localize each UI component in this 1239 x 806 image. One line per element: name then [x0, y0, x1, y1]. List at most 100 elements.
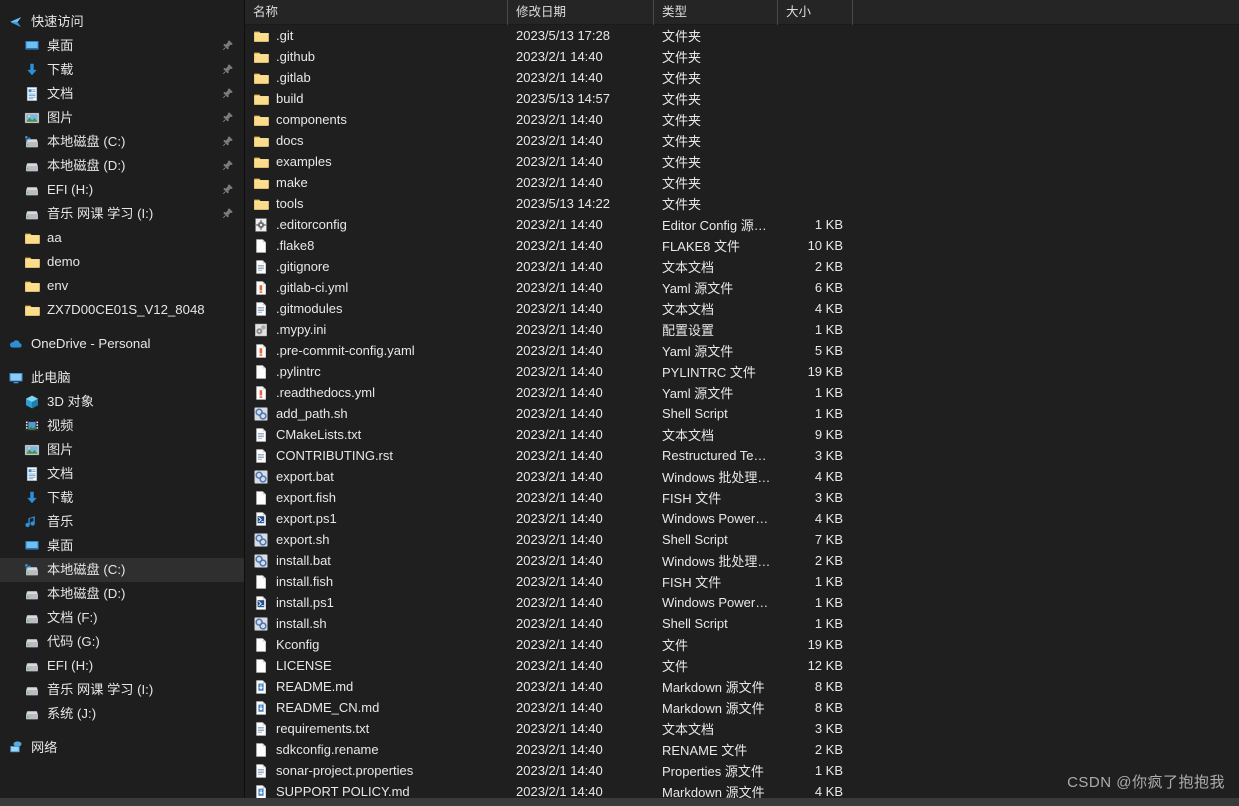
- table-row[interactable]: .gitmodules 2023/2/1 14:40 文本文档 4 KB: [245, 298, 1239, 319]
- table-row[interactable]: build 2023/5/13 14:57 文件夹: [245, 88, 1239, 109]
- sidebar-item-图片[interactable]: 图片: [0, 438, 244, 462]
- sidebar-item-demo[interactable]: demo: [0, 250, 244, 274]
- pin-icon[interactable]: [222, 135, 234, 147]
- table-row[interactable]: .gitlab-ci.yml 2023/2/1 14:40 Yaml 源文件 6 KB: [245, 277, 1239, 298]
- table-row[interactable]: .pylintrc 2023/2/1 14:40 PYLINTRC 文件 19 KB: [245, 361, 1239, 382]
- table-row[interactable]: export.bat 2023/2/1 14:40 Windows 批处理… 4 KB: [245, 466, 1239, 487]
- table-row[interactable]: CMakeLists.txt 2023/2/1 14:40 文本文档 9 KB: [245, 424, 1239, 445]
- cell-name[interactable]: .mypy.ini: [245, 322, 508, 338]
- table-row[interactable]: export.ps1 2023/2/1 14:40 Windows Power… 4 …: [245, 508, 1239, 529]
- table-row[interactable]: .git 2023/5/13 17:28 文件夹: [245, 25, 1239, 46]
- navigation-pane[interactable]: 快速访问 桌面 下载 文档 图片 本地磁盘 (C:) 本地磁盘 (D:) EFI (H:) 音…: [0, 0, 245, 806]
- cell-name[interactable]: CONTRIBUTING.rst: [245, 448, 508, 464]
- sidebar-item-本地磁盘 (C:)[interactable]: 本地磁盘 (C:): [0, 130, 244, 154]
- sidebar-item-文档 (F:)[interactable]: 文档 (F:): [0, 606, 244, 630]
- pin-icon[interactable]: [222, 111, 234, 123]
- table-row[interactable]: export.fish 2023/2/1 14:40 FISH 文件 3 KB: [245, 487, 1239, 508]
- table-row[interactable]: install.fish 2023/2/1 14:40 FISH 文件 1 KB: [245, 571, 1239, 592]
- sidebar-item-quick-access[interactable]: 快速访问: [0, 10, 244, 34]
- cell-name[interactable]: components: [245, 112, 508, 128]
- cell-name[interactable]: sdkconfig.rename: [245, 742, 508, 758]
- sidebar-item-音乐 网课 学习 (I:)[interactable]: 音乐 网课 学习 (I:): [0, 202, 244, 226]
- cell-name[interactable]: .github: [245, 49, 508, 65]
- cell-name[interactable]: tools: [245, 196, 508, 212]
- table-row[interactable]: install.sh 2023/2/1 14:40 Shell Script 1 KB: [245, 613, 1239, 634]
- cell-name[interactable]: README.md: [245, 679, 508, 695]
- cell-name[interactable]: .readthedocs.yml: [245, 385, 508, 401]
- table-row[interactable]: README.md 2023/2/1 14:40 Markdown 源文件 8 KB: [245, 676, 1239, 697]
- pin-icon[interactable]: [222, 39, 234, 51]
- table-row[interactable]: README_CN.md 2023/2/1 14:40 Markdown 源文件 8 …: [245, 697, 1239, 718]
- sidebar-item-代码 (G:)[interactable]: 代码 (G:): [0, 630, 244, 654]
- pin-icon[interactable]: [222, 159, 234, 171]
- column-header-type[interactable]: 类型: [654, 0, 778, 25]
- sidebar-item-桌面[interactable]: 桌面: [0, 34, 244, 58]
- pin-icon[interactable]: [222, 63, 234, 75]
- sidebar-item-下载[interactable]: 下载: [0, 486, 244, 510]
- cell-name[interactable]: export.bat: [245, 469, 508, 485]
- cell-name[interactable]: export.ps1: [245, 511, 508, 527]
- sidebar-item-桌面[interactable]: 桌面: [0, 534, 244, 558]
- table-row[interactable]: .github 2023/2/1 14:40 文件夹: [245, 46, 1239, 67]
- sidebar-item-本地磁盘 (D:)[interactable]: 本地磁盘 (D:): [0, 582, 244, 606]
- file-list-pane[interactable]: 名称 修改日期 类型 大小 .git 2023/5/13 17:28 文件夹 .git…: [245, 0, 1239, 806]
- cell-name[interactable]: install.bat: [245, 553, 508, 569]
- table-row[interactable]: examples 2023/2/1 14:40 文件夹: [245, 151, 1239, 172]
- cell-name[interactable]: add_path.sh: [245, 406, 508, 422]
- cell-name[interactable]: .flake8: [245, 238, 508, 254]
- table-row[interactable]: .mypy.ini 2023/2/1 14:40 配置设置 1 KB: [245, 319, 1239, 340]
- cell-name[interactable]: CMakeLists.txt: [245, 427, 508, 443]
- sidebar-item-3D 对象[interactable]: 3D 对象: [0, 390, 244, 414]
- sidebar-item-文档[interactable]: 文档: [0, 82, 244, 106]
- table-row[interactable]: install.ps1 2023/2/1 14:40 Windows Power… 1…: [245, 592, 1239, 613]
- table-row[interactable]: requirements.txt 2023/2/1 14:40 文本文档 3 KB: [245, 718, 1239, 739]
- cell-name[interactable]: .pre-commit-config.yaml: [245, 343, 508, 359]
- table-row[interactable]: export.sh 2023/2/1 14:40 Shell Script 7 KB: [245, 529, 1239, 550]
- cell-name[interactable]: sonar-project.properties: [245, 763, 508, 779]
- pin-icon[interactable]: [222, 207, 234, 219]
- sidebar-item-onedrive[interactable]: OneDrive - Personal: [0, 332, 244, 356]
- column-header-row[interactable]: 名称 修改日期 类型 大小: [245, 0, 1239, 25]
- table-row[interactable]: sdkconfig.rename 2023/2/1 14:40 RENAME 文件 2…: [245, 739, 1239, 760]
- cell-name[interactable]: LICENSE: [245, 658, 508, 674]
- sidebar-item-文档[interactable]: 文档: [0, 462, 244, 486]
- sidebar-item-EFI (H:)[interactable]: EFI (H:): [0, 654, 244, 678]
- cell-name[interactable]: Kconfig: [245, 637, 508, 653]
- cell-name[interactable]: requirements.txt: [245, 721, 508, 737]
- cell-name[interactable]: README_CN.md: [245, 700, 508, 716]
- cell-name[interactable]: .git: [245, 28, 508, 44]
- table-row[interactable]: .readthedocs.yml 2023/2/1 14:40 Yaml 源文件 1 …: [245, 382, 1239, 403]
- table-row[interactable]: CONTRIBUTING.rst 2023/2/1 14:40 Restructur…: [245, 445, 1239, 466]
- sidebar-item-this-pc[interactable]: 此电脑: [0, 366, 244, 390]
- table-row[interactable]: .editorconfig 2023/2/1 14:40 Editor Config…: [245, 214, 1239, 235]
- table-row[interactable]: LICENSE 2023/2/1 14:40 文件 12 KB: [245, 655, 1239, 676]
- pin-icon[interactable]: [222, 87, 234, 99]
- sidebar-item-下载[interactable]: 下载: [0, 58, 244, 82]
- table-row[interactable]: Kconfig 2023/2/1 14:40 文件 19 KB: [245, 634, 1239, 655]
- sidebar-item-本地磁盘 (C:)[interactable]: 本地磁盘 (C:): [0, 558, 244, 582]
- table-row[interactable]: docs 2023/2/1 14:40 文件夹: [245, 130, 1239, 151]
- sidebar-item-图片[interactable]: 图片: [0, 106, 244, 130]
- cell-name[interactable]: .gitignore: [245, 259, 508, 275]
- pin-icon[interactable]: [222, 183, 234, 195]
- sidebar-item-network[interactable]: 网络: [0, 736, 244, 760]
- cell-name[interactable]: examples: [245, 154, 508, 170]
- cell-name[interactable]: .gitlab-ci.yml: [245, 280, 508, 296]
- table-row[interactable]: add_path.sh 2023/2/1 14:40 Shell Script 1 K…: [245, 403, 1239, 424]
- table-row[interactable]: tools 2023/5/13 14:22 文件夹: [245, 193, 1239, 214]
- cell-name[interactable]: export.sh: [245, 532, 508, 548]
- sidebar-item-本地磁盘 (D:)[interactable]: 本地磁盘 (D:): [0, 154, 244, 178]
- sidebar-item-ZX7D00CE01S_V12_8048[interactable]: ZX7D00CE01S_V12_8048: [0, 298, 244, 322]
- cell-name[interactable]: docs: [245, 133, 508, 149]
- cell-name[interactable]: build: [245, 91, 508, 107]
- sidebar-item-系统 (J:)[interactable]: 系统 (J:): [0, 702, 244, 726]
- cell-name[interactable]: .gitmodules: [245, 301, 508, 317]
- cell-name[interactable]: make: [245, 175, 508, 191]
- sidebar-item-EFI (H:)[interactable]: EFI (H:): [0, 178, 244, 202]
- cell-name[interactable]: install.ps1: [245, 595, 508, 611]
- sidebar-item-env[interactable]: env: [0, 274, 244, 298]
- file-list[interactable]: .git 2023/5/13 17:28 文件夹 .github 2023/2/1 14…: [245, 25, 1239, 802]
- sidebar-item-aa[interactable]: aa: [0, 226, 244, 250]
- cell-name[interactable]: install.fish: [245, 574, 508, 590]
- table-row[interactable]: .gitignore 2023/2/1 14:40 文本文档 2 KB: [245, 256, 1239, 277]
